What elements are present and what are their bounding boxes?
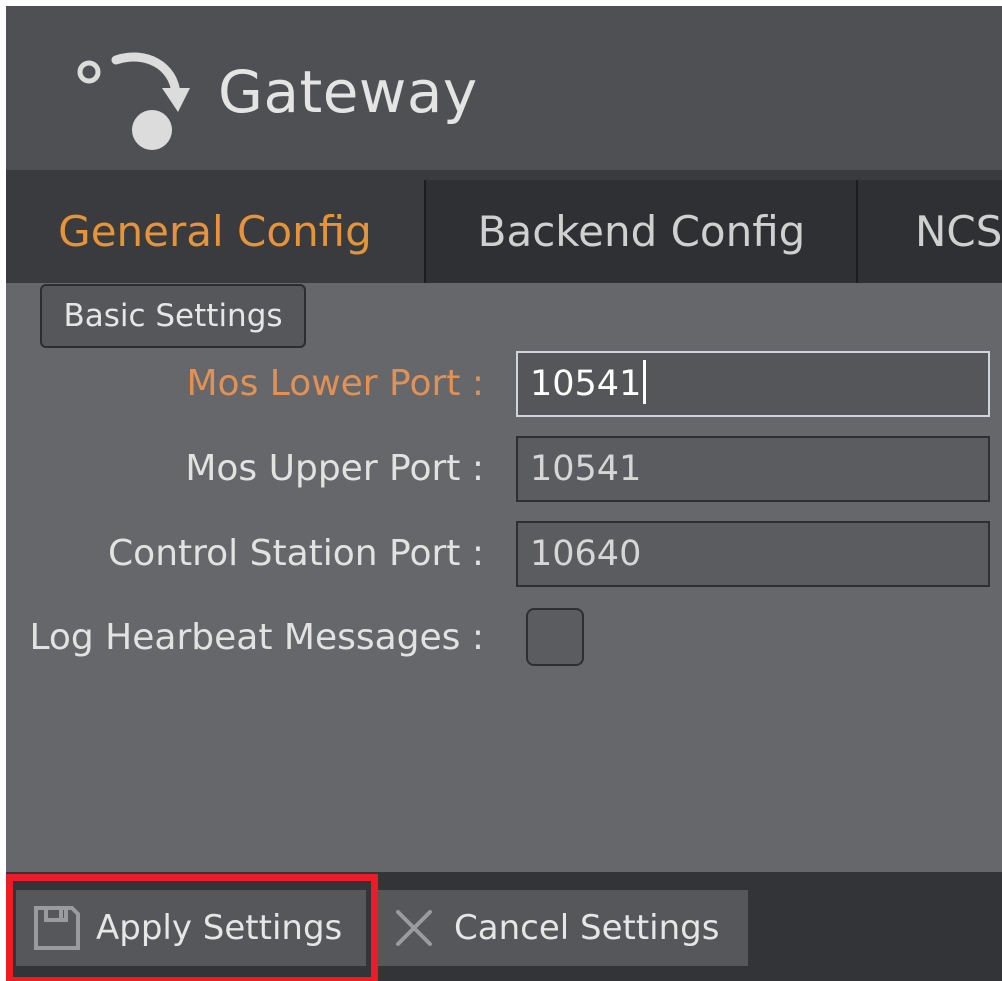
gateway-logo-icon	[77, 52, 190, 150]
cancel-settings-button[interactable]: Cancel Settings	[374, 890, 748, 966]
tab-general-config[interactable]: General Config	[6, 180, 424, 283]
mos-lower-port-input[interactable]: 10541	[516, 351, 990, 417]
tab-divider	[856, 180, 858, 283]
mos-upper-port-input[interactable]: 10541	[516, 436, 990, 502]
tab-ncs[interactable]: NCS	[859, 180, 1002, 283]
close-icon	[396, 910, 432, 946]
basic-settings-button[interactable]: Basic Settings	[40, 284, 306, 348]
log-heartbeat-checkbox[interactable]	[526, 608, 584, 666]
mos-lower-port-label: Mos Lower Port :	[186, 363, 484, 404]
save-icon	[34, 906, 80, 950]
app-title: Gateway	[218, 58, 478, 126]
tab-bar: General Config Backend Config NCS	[6, 180, 1002, 283]
apply-settings-button[interactable]: Apply Settings	[16, 890, 366, 966]
apply-settings-label: Apply Settings	[96, 908, 343, 948]
text-caret	[643, 360, 647, 404]
footer-bar: Apply Settings Cancel Settings	[6, 872, 1002, 981]
tab-backend-config[interactable]: Backend Config	[427, 180, 856, 283]
mos-upper-port-label: Mos Upper Port :	[185, 448, 484, 489]
cancel-settings-label: Cancel Settings	[454, 908, 720, 948]
header-divider	[6, 170, 1002, 180]
control-station-port-label: Control Station Port :	[108, 533, 484, 574]
log-heartbeat-label: Log Hearbeat Messages :	[29, 617, 484, 658]
control-station-port-input[interactable]: 10640	[516, 521, 990, 587]
app-header: Gateway	[6, 6, 1002, 170]
tab-divider	[424, 180, 426, 283]
mos-lower-port-value: 10541	[530, 364, 642, 404]
app-window: Gateway General Config Backend Config NC…	[6, 6, 1002, 981]
